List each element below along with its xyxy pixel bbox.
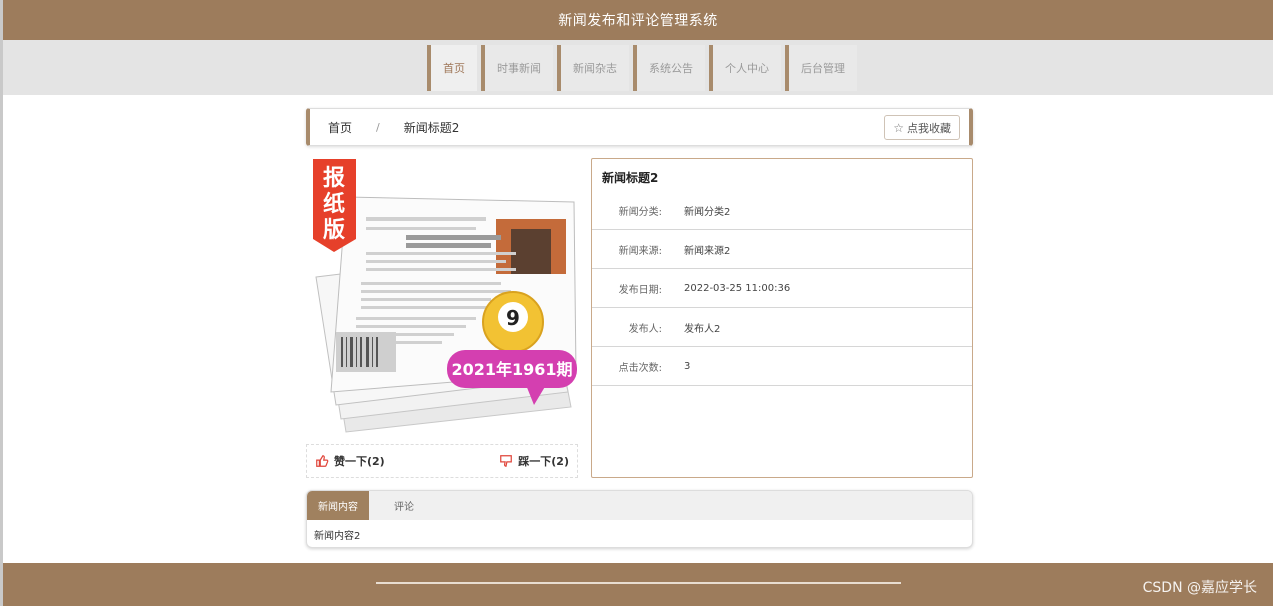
content-tabs: 新闻内容 评论 新闻内容2	[306, 490, 973, 548]
like-button[interactable]: 赞一下(2)	[315, 453, 385, 469]
detail-row-clicks: 点击次数: 3	[592, 347, 972, 386]
nav-item-label: 系统公告	[649, 61, 693, 75]
page-footer	[3, 563, 1273, 606]
breadcrumb-current: 新闻标题2	[403, 120, 460, 135]
detail-key: 发布日期:	[618, 284, 662, 296]
nav-item-profile[interactable]: 个人中心	[709, 44, 781, 91]
billiard-ball-graphic: 9	[482, 291, 544, 353]
detail-row-publisher: 发布人: 发布人2	[592, 308, 972, 347]
tab-content: 新闻内容2	[314, 531, 361, 542]
detail-value: 新闻来源2	[684, 245, 731, 257]
detail-key: 新闻来源:	[618, 245, 662, 257]
page: 新闻发布和评论管理系统 首页 时事新闻 新闻杂志 系统公告 个人中心 后台管理 …	[0, 0, 1273, 606]
app-title: 新闻发布和评论管理系统	[558, 13, 718, 29]
detail-value: 新闻分类2	[684, 206, 731, 218]
issue-text: 2021年1961期	[451, 360, 572, 379]
thumbs-up-icon	[316, 455, 329, 467]
detail-key: 点击次数:	[618, 362, 662, 374]
nav-item-label: 后台管理	[801, 61, 845, 75]
app-header: 新闻发布和评论管理系统	[3, 0, 1273, 40]
nav-item-magazine[interactable]: 新闻杂志	[557, 44, 629, 91]
detail-value: 2022-03-25 11:00:36	[684, 282, 791, 294]
favorite-button[interactable]: ☆ 点我收藏	[884, 115, 960, 140]
detail-row-category: 新闻分类: 新闻分类2	[592, 191, 972, 230]
detail-value: 3	[684, 360, 691, 372]
news-detail-panel: 新闻标题2 新闻分类: 新闻分类2 新闻来源: 新闻来源2 发布日期: 2022…	[591, 158, 973, 478]
dislike-button[interactable]: 踩一下(2)	[499, 453, 569, 469]
news-title: 新闻标题2	[602, 171, 659, 185]
like-label: 赞一下(2)	[334, 455, 385, 468]
badge-char-1: 报	[323, 166, 345, 191]
nav-item-label: 个人中心	[725, 61, 769, 75]
nav-list: 首页 时事新闻 新闻杂志 系统公告 个人中心 后台管理	[427, 44, 857, 91]
detail-row-date: 发布日期: 2022-03-25 11:00:36	[592, 269, 972, 308]
thumbs-down-icon	[500, 455, 513, 467]
detail-key: 新闻分类:	[618, 206, 662, 218]
badge-char-2: 纸	[323, 191, 345, 217]
detail-row-source: 新闻来源: 新闻来源2	[592, 230, 972, 269]
nav-item-label: 新闻杂志	[573, 61, 617, 75]
vote-row: 赞一下(2) 踩一下(2)	[306, 444, 578, 478]
tab-comments[interactable]: 评论	[383, 491, 425, 520]
breadcrumb-separator: /	[376, 120, 380, 134]
footer-divider	[376, 582, 901, 584]
nav-item-current-news[interactable]: 时事新闻	[481, 44, 553, 91]
watermark: CSDN @嘉应学长	[1142, 580, 1257, 596]
star-icon: ☆	[893, 120, 904, 135]
dislike-label: 踩一下(2)	[518, 455, 569, 468]
nav-item-label: 时事新闻	[497, 61, 541, 75]
nav-item-admin[interactable]: 后台管理	[785, 44, 857, 91]
favorite-button-label: 点我收藏	[907, 121, 951, 135]
badge-char-3: 版	[323, 218, 345, 243]
tabs-header: 新闻内容 评论	[307, 491, 972, 520]
news-cover-image: 报 纸 版 9 2021年1961期	[306, 157, 578, 435]
tab-news-content[interactable]: 新闻内容	[307, 491, 369, 520]
nav-item-announcements[interactable]: 系统公告	[633, 44, 705, 91]
breadcrumb-home[interactable]: 首页	[328, 119, 352, 136]
breadcrumb: 首页 / 新闻标题2 ☆ 点我收藏	[306, 108, 973, 146]
issue-number: 9	[506, 306, 520, 330]
newspaper-badge: 报 纸 版	[313, 159, 356, 252]
detail-key: 发布人:	[628, 323, 662, 335]
main-nav: 首页 时事新闻 新闻杂志 系统公告 个人中心 后台管理	[3, 40, 1273, 95]
nav-item-label: 首页	[443, 61, 465, 75]
detail-value: 发布人2	[684, 323, 721, 335]
nav-item-home[interactable]: 首页	[427, 44, 477, 91]
